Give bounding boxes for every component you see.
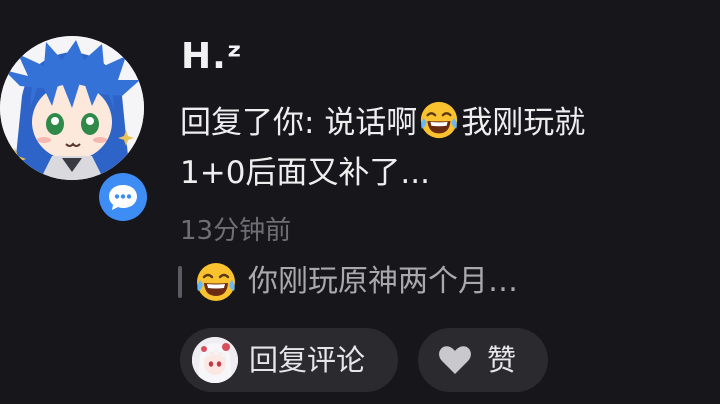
comment-bubble-icon	[109, 185, 137, 210]
heart-icon	[439, 346, 471, 374]
reply-text-part1: 说话啊	[324, 105, 418, 141]
laughing-crying-emoji-icon	[197, 263, 235, 301]
reply-comment-label: 回复评论	[249, 343, 366, 377]
quoted-comment-text: 你刚玩原神两个月…	[248, 264, 518, 299]
quoted-comment[interactable]: 你刚玩原神两个月…	[178, 258, 698, 306]
reply-prefix: 回复了你:	[180, 105, 325, 141]
quote-bar	[178, 266, 182, 298]
like-label: 赞	[487, 343, 517, 377]
laughing-crying-emoji-icon	[421, 101, 458, 139]
reply-comment-button[interactable]: 回复评论	[180, 328, 398, 392]
like-button[interactable]: 赞	[418, 328, 548, 392]
user-avatar-container[interactable]	[0, 36, 152, 225]
anime-avatar-icon	[0, 36, 144, 180]
my-avatar	[192, 337, 238, 383]
timestamp: 13分钟前	[180, 216, 292, 246]
username[interactable]: H.ᶻ	[181, 36, 243, 77]
reply-content[interactable]: 回复了你: 说话啊 我刚玩就1+0后面又补了...	[180, 98, 600, 198]
comment-badge	[95, 169, 151, 225]
user-avatar[interactable]	[0, 36, 144, 180]
anime-avatar-icon	[192, 337, 238, 383]
reply-notification[interactable]: H.ᶻ 回复了你: 说话啊 我刚玩就1+0后面又补了... 13分钟前 你刚玩原…	[0, 0, 720, 404]
